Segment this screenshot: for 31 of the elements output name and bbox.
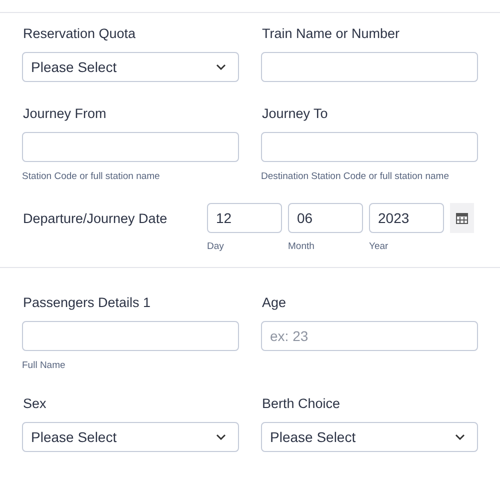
field-label: Berth Choice [262,396,342,412]
help-text: Full Name [22,360,66,372]
field-label: Journey To [262,106,329,122]
calendar-button[interactable] [450,203,474,233]
date-input[interactable]: 12 [207,203,282,233]
field-label: Reservation Quota [23,26,137,42]
field-label: Departure/Journey Date [23,211,168,227]
field-label: Passengers Details 1 [23,295,152,311]
field-label: Age [262,295,288,311]
help-text: Year [369,241,390,253]
field-label: Journey From [23,106,108,122]
chevron-down-icon [216,434,226,440]
date-input[interactable]: 06 [288,203,363,233]
input-field[interactable] [22,132,239,162]
help-text: Station Code or full station name [22,171,161,183]
chevron-down-icon [455,434,465,440]
chevron-down-icon [216,64,226,70]
select-field[interactable]: Please Select [261,422,478,452]
input-field[interactable] [22,321,239,351]
help-text: Month [288,241,316,253]
date-input[interactable]: 2023 [369,203,444,233]
input-field[interactable] [261,132,478,162]
select-field[interactable]: Please Select [22,422,239,452]
field-label: Train Name or Number [262,26,401,42]
field-label: Sex [23,396,48,412]
help-text: Day [207,241,225,253]
select-field[interactable]: Please Select [22,52,239,82]
input-field[interactable]: ex: 23 [261,321,478,351]
calendar-icon [456,212,468,224]
help-text: Destination Station Code or full station name [261,171,450,183]
input-field[interactable] [261,52,478,82]
